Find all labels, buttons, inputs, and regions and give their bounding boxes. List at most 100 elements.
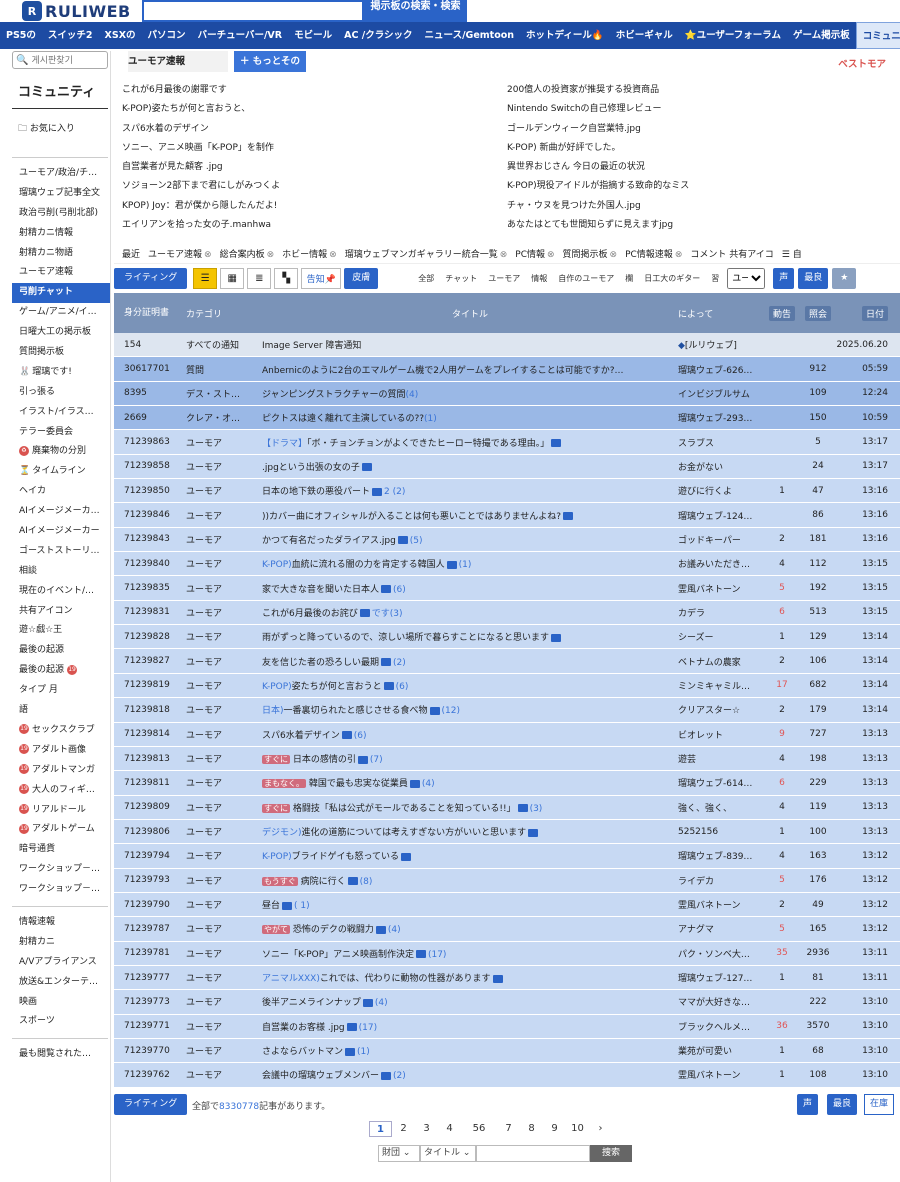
post-title-text[interactable]: ))カバー曲にオフィシャルが入ることは何も悪いことではありませんよね?: [262, 512, 561, 522]
sidebar-item[interactable]: 射精カニ情報: [12, 224, 110, 244]
post-author[interactable]: 瑠璃ウェブ-839…: [678, 849, 764, 862]
post-title-text[interactable]: 血統に流れる闇の力を肯定する韓国人: [292, 560, 445, 570]
table-row[interactable]: 71239813 ユーモア すぐに 日本の感情の引 (7) 遊芸 4 198 13:13: [114, 746, 900, 772]
post-title-text[interactable]: 一番裏切られたと感じさせる食べ物: [284, 706, 428, 716]
table-row[interactable]: 154 すべての通知 Image Server 障害通知 ◆[ルリウェブ] 2025.0…: [114, 333, 900, 358]
table-row[interactable]: 71239863 ユーモア 【ドラマ】「ボ・チョンチョンがよくできたヒーロー特撮であ…: [114, 430, 900, 455]
post-title-text[interactable]: さよならバットマン: [262, 1047, 343, 1057]
post-author[interactable]: ミンミキャミル…: [678, 679, 764, 692]
table-row[interactable]: 71239771 ユーモア 自営業のお客様 .jpg (17) ブラックヘルメ… 36 35…: [114, 1014, 900, 1039]
filter-link[interactable]: ユーモア: [488, 273, 520, 284]
post-title-text[interactable]: Anbernicのように2台のエマルゲーム機で2人用ゲームをプレイすることは可能…: [262, 366, 624, 376]
logo[interactable]: R RULIWEB: [22, 1, 131, 21]
post-title-text[interactable]: 雨がずっと降っているので、涼しい場所で暮らすことになると思います: [262, 633, 549, 643]
table-row[interactable]: 71239819 ユーモア K-POP)姿たちが何と言おうと (6) ミンミキャミル… 1…: [114, 673, 900, 699]
nav-item[interactable]: ゲーム掲示板: [787, 22, 856, 49]
search-scope-select[interactable]: 財団 ⌄: [378, 1145, 420, 1162]
site-search-button[interactable]: 掲示板の検索・検索: [364, 0, 467, 22]
post-author[interactable]: ビオレット: [678, 728, 764, 741]
post-title[interactable]: ピクトスは遠く離れて主演しているの??(1): [252, 411, 678, 424]
table-row[interactable]: 8395 デス・スト… ジャンピングストラクチャーの質問(4) インビジブルサム 109…: [114, 381, 900, 407]
post-title-text[interactable]: 姿たちが何と言おうと: [292, 682, 382, 692]
sidebar-item[interactable]: タイプ 月: [12, 681, 110, 701]
sidebar-item[interactable]: 瑠璃ウェブ記事全文: [12, 184, 110, 204]
best-item[interactable]: スパ6水着のデザイン: [122, 120, 507, 139]
nav-item[interactable]: バーチューバー/VR: [192, 22, 289, 49]
sidebar-item[interactable]: イラスト/イラス…: [12, 403, 110, 423]
sidebar-item[interactable]: 映画: [12, 993, 110, 1013]
table-row[interactable]: 71239831 ユーモア これが6月最後のお詫び です(3) カデラ 6 513 13:15: [114, 600, 900, 626]
filter-link[interactable]: 全部: [418, 273, 434, 284]
post-title[interactable]: まもなく。 韓国で最も忠実な従業員 (4): [252, 776, 678, 789]
post-author[interactable]: クリアスター☆: [678, 703, 764, 716]
filter-link[interactable]: 日工大のギター: [644, 273, 700, 284]
page-link[interactable]: 2: [392, 1121, 415, 1137]
category-link[interactable]: 質問掲示板 ⊗: [563, 247, 618, 260]
best-item[interactable]: 200億人の投資家が推奨する投資商品: [507, 81, 892, 100]
card-view-button[interactable]: ▚: [274, 267, 299, 289]
sidebar-item[interactable]: 政治弓削(弓削北部): [12, 204, 110, 224]
post-author[interactable]: 5252156: [678, 827, 764, 837]
best-button[interactable]: 最良: [798, 267, 829, 289]
sidebar-item[interactable]: ユーモア/政治/チ…: [12, 164, 110, 184]
table-row[interactable]: 71239809 ユーモア すぐに 格闘技「私は公式がモールであることを知っている!…: [114, 795, 900, 820]
best-item[interactable]: ゴールデンウィーク自営業特.jpg: [507, 120, 892, 139]
nav-item[interactable]: パソコン: [142, 22, 192, 49]
nav-item[interactable]: ホビーギャル: [610, 22, 679, 49]
sidebar-item[interactable]: 暗号通貨: [12, 840, 110, 860]
post-author[interactable]: ブラックヘルメ…: [678, 1020, 764, 1033]
sidebar-item[interactable]: 最後の起源 19: [12, 661, 110, 681]
post-title[interactable]: スパ6水着デザイン (6): [252, 728, 678, 741]
post-title[interactable]: Image Server 障害通知: [252, 338, 678, 351]
post-author[interactable]: 強く、強く、: [678, 801, 764, 814]
table-row[interactable]: 71239790 ユーモア 昼台 ( 1) 霊風バネトーン 2 49 13:12: [114, 892, 900, 918]
best-item[interactable]: エイリアンを拾った女の子.manhwa: [122, 216, 507, 235]
post-author[interactable]: 霊風バネトーン: [678, 1068, 764, 1081]
sidebar-item[interactable]: 最も閲覧された…: [12, 1045, 110, 1065]
voice-button[interactable]: 声: [773, 267, 795, 289]
post-author[interactable]: ライデカ: [678, 874, 764, 887]
sidebar-item[interactable]: A/Vアプライアンス: [12, 953, 110, 973]
table-row[interactable]: 71239835 ユーモア 家で大きな音を聞いた日本人 (6) 霊風バネトーン 5 192 1…: [114, 576, 900, 601]
col-hits-label[interactable]: 照会: [804, 305, 831, 321]
footer-best-button[interactable]: 最良: [827, 1094, 858, 1115]
list-view-button[interactable]: ☰: [193, 267, 218, 289]
page-link[interactable]: 7: [497, 1121, 520, 1137]
sidebar-item[interactable]: ゴーストストーリ…: [12, 542, 110, 562]
post-title-text[interactable]: 病院に行く: [301, 877, 346, 887]
post-author[interactable]: 瑠璃ウェブ-626…: [678, 363, 764, 376]
next-page-button[interactable]: ›: [589, 1121, 612, 1137]
post-author[interactable]: シーズー: [678, 630, 764, 643]
post-title-text[interactable]: 進化の道筋については考えすぎない方がいいと思います: [302, 828, 527, 838]
category-link[interactable]: ホビー情報 ⊗: [282, 247, 337, 260]
page-link[interactable]: 3: [415, 1121, 438, 1137]
category-link[interactable]: コメント 共有アイコ: [690, 247, 773, 260]
sidebar-item[interactable]: ユーモア速報: [12, 263, 110, 283]
post-title[interactable]: やがて 恐怖のデクの戦闘力 (4): [252, 922, 678, 935]
best-item[interactable]: K-POP)現役アイドルが指摘する致命的なミス: [507, 177, 892, 196]
sidebar-item[interactable]: 🐰 瑠璃です!: [12, 363, 110, 383]
sidebar-item[interactable]: テラー委員会: [12, 423, 110, 443]
filter-link[interactable]: 習: [711, 273, 719, 284]
sidebar-item[interactable]: 放送&エンターテ…: [12, 973, 110, 993]
post-title[interactable]: 家で大きな音を聞いた日本人 (6): [252, 582, 678, 595]
table-row[interactable]: 71239811 ユーモア まもなく。 韓国で最も忠実な従業員 (4) 瑠璃ウェブ-61…: [114, 771, 900, 796]
close-icon[interactable]: ⊗: [204, 250, 212, 260]
post-title-text[interactable]: 昼台: [262, 901, 280, 911]
sidebar-item[interactable]: 語: [12, 701, 110, 721]
sidebar-item[interactable]: 19 リアルドール: [12, 801, 110, 821]
table-row[interactable]: 71239814 ユーモア スパ6水着デザイン (6) ビオレット 9 727 13:13: [114, 722, 900, 747]
post-author[interactable]: アナグマ: [678, 922, 764, 935]
nav-item[interactable]: AC /クラシック: [338, 22, 418, 49]
post-author[interactable]: パク・ソンベ大…: [678, 947, 764, 960]
best-more-link[interactable]: ベストモア: [838, 56, 886, 70]
page-link[interactable]: 8: [520, 1121, 543, 1137]
post-author[interactable]: 瑠璃ウェブ-127…: [678, 971, 764, 984]
favorites-link[interactable]: 🗀 お気に入り: [18, 121, 110, 137]
filter-link[interactable]: チャット: [445, 273, 477, 284]
post-title-text[interactable]: 家で大きな音を聞いた日本人: [262, 585, 379, 595]
post-author[interactable]: ◆[ルリウェブ]: [678, 338, 764, 351]
table-row[interactable]: 71239818 ユーモア 日本)一番裏切られたと感じさせる食べ物 (12) クリアスタ…: [114, 698, 900, 723]
best-item[interactable]: ソジョーン2部下まで君にしがみつくよ: [122, 177, 507, 196]
table-row[interactable]: 71239787 ユーモア やがて 恐怖のデクの戦闘力 (4) アナグマ 5 165 13:1…: [114, 917, 900, 942]
